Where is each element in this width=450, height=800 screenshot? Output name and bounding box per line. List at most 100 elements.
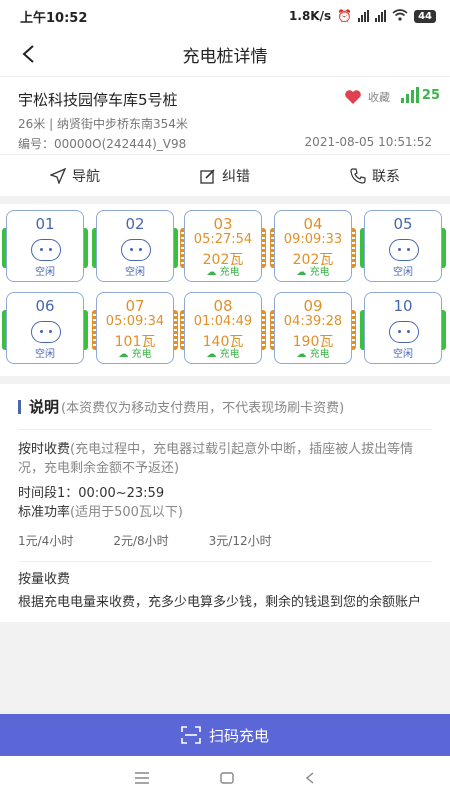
pile-state-label: 充电 <box>131 349 152 360</box>
signal-strength: 25 <box>400 87 440 103</box>
wifi-icon <box>392 8 408 24</box>
scan-icon <box>181 726 201 744</box>
pile-state: ☁ 充电 <box>275 263 351 278</box>
navigation-arrow-icon <box>50 167 66 184</box>
rate-item: 3元/12小时 <box>208 534 272 548</box>
time-fee-desc: (充电过程中，充电器过载引起意外中断，插座被人拔出等情况，充电剩余金额不予返还) <box>18 442 414 476</box>
section-divider <box>0 196 450 204</box>
rate-item: 2元/8小时 <box>113 534 169 548</box>
phone-icon <box>350 167 366 184</box>
charger-pile[interactable]: 05 空闲 <box>364 210 442 282</box>
navigate-label: 导航 <box>72 168 100 185</box>
std-power-title: 标准功率 <box>18 505 71 520</box>
divider-line <box>18 561 432 562</box>
time-fee-block: 按时收费(充电过程中，充电器过载引起意外中断，插座被人拔出等情况，充电剩余金额不… <box>18 440 432 478</box>
charging-icon: ☁ <box>296 267 310 278</box>
energy-fee-desc: 根据充电电量来收费，充多少电算多少钱，剩余的钱退到您的余额账户 <box>18 595 422 610</box>
charger-pile[interactable]: 08 01:04:49 140瓦 ☁ 充电 <box>184 292 262 364</box>
pile-state: ☁ 充电 <box>275 345 351 360</box>
charger-grid: 01 空闲 02 空闲 03 05:27:54 202瓦 ☁ 充电 04 09:09:33 202瓦… <box>0 204 450 376</box>
pile-number: 03 <box>213 215 233 233</box>
contact-button[interactable]: 联系 <box>300 155 450 196</box>
home-square-icon <box>220 771 234 784</box>
socket-icon <box>121 239 151 261</box>
std-power-block: 标准功率(适用于500瓦以下) <box>18 503 432 522</box>
favorite-button[interactable]: 收藏 <box>344 89 390 105</box>
back-button[interactable] <box>14 40 42 68</box>
charger-pile[interactable]: 10 空闲 <box>364 292 442 364</box>
edit-icon <box>200 168 215 184</box>
time-fee-title: 按时收费 <box>18 442 71 457</box>
pile-number: 05 <box>393 215 413 233</box>
pile-number: 01 <box>35 215 55 233</box>
pile-timer: 04:39:28 <box>283 314 343 329</box>
scan-charge-button[interactable]: 扫码充电 <box>0 714 450 756</box>
notes-title: 说明 <box>29 398 60 416</box>
favorite-label: 收藏 <box>368 91 390 104</box>
pile-state: 空闲 <box>35 349 55 360</box>
charger-pile[interactable]: 03 05:27:54 202瓦 ☁ 充电 <box>184 210 262 282</box>
charger-pile[interactable]: 07 05:09:34 101瓦 ☁ 充电 <box>96 292 174 364</box>
notes-header: 说明 (本资费仅为移动支付费用，不代表现场刷卡资费) <box>18 384 432 430</box>
rate-list: 1元/4小时 2元/8小时 3元/12小时 <box>18 532 432 549</box>
heart-icon <box>345 90 361 104</box>
charging-icon: ☁ <box>206 349 220 360</box>
report-error-label: 纠错 <box>222 168 250 185</box>
pile-state: ☁ 充电 <box>185 345 261 360</box>
system-nav-bar <box>0 756 450 800</box>
signal-value: 25 <box>421 88 440 103</box>
charging-icon: ☁ <box>296 349 310 360</box>
menu-button[interactable] <box>135 769 150 788</box>
pile-number: 07 <box>125 297 145 315</box>
pile-number: 06 <box>35 297 55 315</box>
pile-state: 空闲 <box>125 267 145 278</box>
station-info: 宇松科技园停车库5号桩 26米 | 纳贤街中步桥东南354米 编号：00000O… <box>0 76 450 154</box>
section-divider <box>0 376 450 384</box>
pile-timer: 05:09:34 <box>105 314 165 329</box>
pile-number: 10 <box>393 297 413 315</box>
menu-icon <box>135 771 150 784</box>
back-triangle-icon <box>305 771 314 784</box>
station-code: 编号：00000O(242444)_V98 <box>18 137 187 151</box>
pile-number: 02 <box>125 215 145 233</box>
cell-signal-icon <box>358 10 370 22</box>
charging-icon: ☁ <box>118 349 132 360</box>
battery-icon: 44 <box>414 9 436 23</box>
socket-icon <box>389 321 419 343</box>
blank-area <box>0 622 450 714</box>
back-system-button[interactable] <box>305 769 315 788</box>
status-bar: 上午10:52 1.8K/s ⏰ 44 <box>0 0 450 32</box>
charger-pile[interactable]: 09 04:39:28 190瓦 ☁ 充电 <box>274 292 352 364</box>
pile-number: 09 <box>303 297 323 315</box>
socket-icon <box>31 239 61 261</box>
pile-state: ☁ 充电 <box>185 263 261 278</box>
alarm-icon: ⏰ <box>337 9 353 23</box>
status-icons: 1.8K/s ⏰ 44 <box>289 8 436 24</box>
cell-signal-icon <box>375 10 387 22</box>
time-period: 时间段1：00:00~23:59 <box>18 486 165 501</box>
charger-pile[interactable]: 02 空闲 <box>96 210 174 282</box>
action-bar: 导航 纠错 联系 <box>0 154 450 196</box>
station-datetime: 2021-08-05 10:51:52 <box>304 135 432 149</box>
std-power-note: (适用于500瓦以下) <box>70 505 183 520</box>
charger-pile[interactable]: 06 空闲 <box>6 292 84 364</box>
pricing-notes: 说明 (本资费仅为移动支付费用，不代表现场刷卡资费) 按时收费(充电过程中，充电… <box>0 384 450 622</box>
notes-subtitle: (本资费仅为移动支付费用，不代表现场刷卡资费) <box>61 401 345 416</box>
socket-icon <box>389 239 419 261</box>
energy-fee-title: 按量收费 <box>18 572 71 587</box>
charger-pile[interactable]: 04 09:09:33 202瓦 ☁ 充电 <box>274 210 352 282</box>
pile-state: 空闲 <box>393 349 413 360</box>
station-distance: 26米 | 纳贤街中步桥东南354米 <box>18 117 188 131</box>
charging-icon: ☁ <box>206 267 220 278</box>
report-error-button[interactable]: 纠错 <box>150 155 300 196</box>
navigate-button[interactable]: 导航 <box>0 155 150 196</box>
page-title: 充电桩详情 <box>182 46 268 67</box>
pile-timer: 09:09:33 <box>283 232 343 247</box>
contact-label: 联系 <box>372 168 400 185</box>
charger-pile[interactable]: 01 空闲 <box>6 210 84 282</box>
pile-number: 08 <box>213 297 233 315</box>
chevron-left-icon <box>22 45 34 63</box>
signal-bars-icon <box>400 87 419 103</box>
home-button[interactable] <box>220 769 234 788</box>
socket-icon <box>31 321 61 343</box>
